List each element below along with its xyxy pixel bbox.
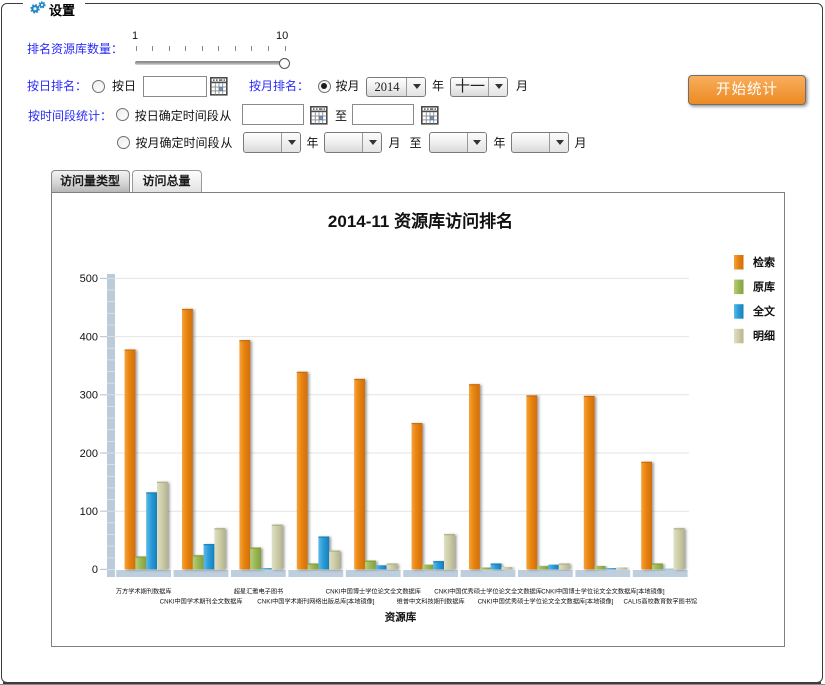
svg-text:CNKI中国优秀硕士学位论文全文数据库: CNKI中国优秀硕士学位论文全文数据库 — [434, 588, 542, 596]
svg-text:维普中文科技期刊数据库: 维普中文科技期刊数据库 — [397, 598, 465, 606]
svg-text:超星汇雅电子图书: 超星汇雅电子图书 — [234, 588, 284, 596]
svg-text:全文: 全文 — [752, 304, 776, 318]
svg-text:400: 400 — [80, 331, 98, 343]
svg-text:CNKI中国优秀硕士学位论文全文数据库[本地镜像]: CNKI中国优秀硕士学位论文全文数据库[本地镜像] — [478, 598, 614, 606]
svg-text:200: 200 — [80, 448, 98, 460]
svg-text:CNKI中国学术期刊网络出版总库[本地镜像]: CNKI中国学术期刊网络出版总库[本地镜像] — [257, 598, 375, 606]
svg-text:检索: 检索 — [753, 255, 775, 269]
svg-text:原库: 原库 — [753, 279, 775, 293]
svg-text:CNKI中国博士学位论文全文数据库: CNKI中国博士学位论文全文数据库 — [326, 588, 421, 596]
svg-text:CNKI中国学术期刊全文数据库: CNKI中国学术期刊全文数据库 — [160, 598, 243, 606]
svg-text:CALIS高校教育数字图书馆: CALIS高校教育数字图书馆 — [624, 598, 698, 606]
svg-text:资源库: 资源库 — [385, 611, 417, 624]
svg-text:0: 0 — [92, 564, 98, 576]
svg-text:明细: 明细 — [753, 329, 775, 343]
svg-text:CNKI中国博士学位论文全文数据库[本地镜像]: CNKI中国博士学位论文全文数据库[本地镜像] — [541, 588, 665, 596]
svg-text:500: 500 — [80, 273, 98, 285]
svg-text:2014-11 资源库访问排名: 2014-11 资源库访问排名 — [328, 211, 513, 231]
svg-text:100: 100 — [80, 506, 98, 518]
svg-text:300: 300 — [80, 390, 98, 402]
svg-text:万方学术期刊数据库: 万方学术期刊数据库 — [116, 588, 172, 596]
